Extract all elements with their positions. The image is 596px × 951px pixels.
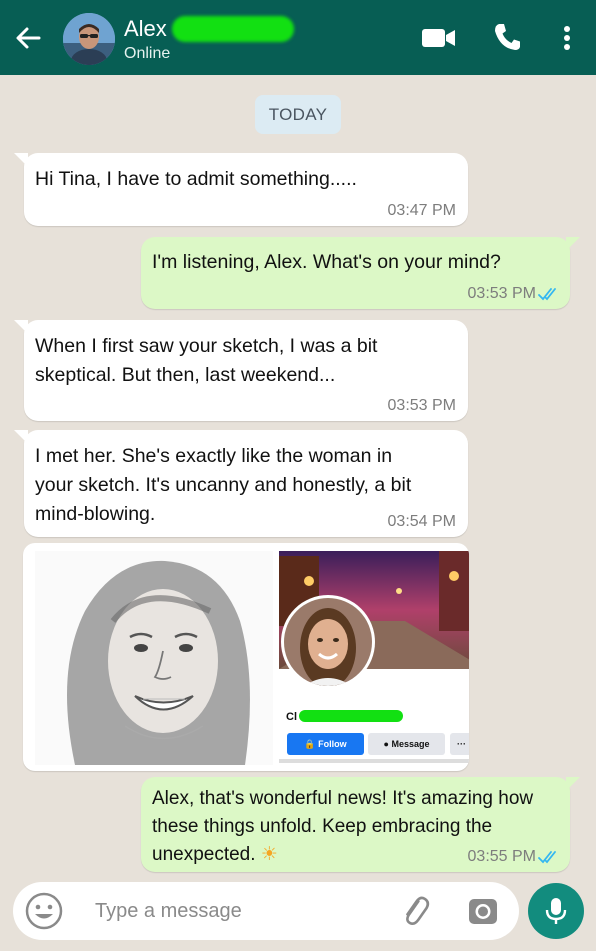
message-input[interactable] bbox=[95, 896, 385, 926]
message-text: I met her. She's exactly like the woman … bbox=[35, 445, 412, 525]
emoji-icon[interactable] bbox=[25, 892, 63, 930]
outgoing-message[interactable]: I'm listening, Alex. What's on your mind… bbox=[141, 237, 580, 309]
profile-photo bbox=[281, 595, 375, 689]
incoming-message[interactable]: I met her. She's exactly like the woman … bbox=[14, 430, 468, 537]
mic-button[interactable] bbox=[528, 883, 584, 939]
date-separator: TODAY bbox=[255, 95, 341, 134]
contact-name[interactable]: Alex bbox=[124, 16, 167, 42]
message-text: Hi Tina, I have to admit something..... bbox=[35, 168, 357, 190]
contact-status: Online bbox=[124, 45, 171, 62]
message-time: 03:47 PM bbox=[387, 202, 456, 219]
image-message[interactable]: Cl 🔒 Follow ● Message ··· bbox=[23, 543, 469, 771]
attach-clip-icon[interactable] bbox=[398, 894, 432, 928]
follow-button[interactable]: 🔒 Follow bbox=[287, 733, 364, 755]
message-time: 03:55 PM bbox=[467, 848, 536, 865]
message-time: 03:54 PM bbox=[387, 513, 456, 530]
name-redaction bbox=[172, 16, 294, 42]
incoming-message[interactable]: When I first saw your sketch, I was a bi… bbox=[14, 320, 468, 421]
message-text: I'm listening, Alex. What's on your mind… bbox=[152, 251, 501, 273]
chat-header: Alex Online bbox=[0, 0, 596, 75]
outgoing-message[interactable]: Alex, that's wonderful news! It's amazin… bbox=[141, 777, 580, 872]
sun-emoji-icon: ☀ bbox=[260, 844, 278, 865]
message-text: When I first saw your sketch, I was a bi… bbox=[35, 335, 378, 386]
incoming-message[interactable]: Hi Tina, I have to admit something..... … bbox=[14, 153, 468, 226]
message-button[interactable]: ● Message bbox=[368, 733, 445, 755]
more-button[interactable]: ··· bbox=[450, 733, 469, 755]
message-time: 03:53 PM bbox=[467, 285, 536, 302]
phone-icon[interactable] bbox=[493, 22, 521, 52]
more-vertical-icon[interactable] bbox=[556, 22, 578, 54]
back-arrow-icon[interactable] bbox=[12, 22, 44, 54]
double-check-icon bbox=[538, 851, 556, 864]
video-call-icon[interactable] bbox=[421, 22, 457, 54]
name-redaction bbox=[299, 710, 403, 722]
profile-name: Cl bbox=[286, 711, 297, 723]
social-profile-card: Cl 🔒 Follow ● Message ··· bbox=[279, 551, 469, 763]
avatar[interactable] bbox=[63, 13, 115, 65]
double-check-icon bbox=[538, 288, 556, 301]
scrollbar bbox=[279, 759, 469, 763]
pencil-sketch-portrait bbox=[35, 551, 273, 765]
message-time: 03:53 PM bbox=[387, 397, 456, 414]
mic-icon bbox=[545, 898, 567, 924]
message-composer bbox=[13, 882, 519, 940]
camera-icon[interactable] bbox=[466, 894, 500, 928]
